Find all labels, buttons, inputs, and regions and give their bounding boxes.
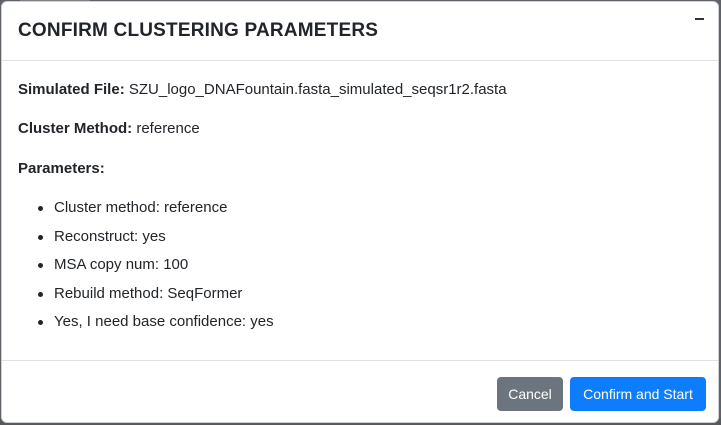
dialog-title: CONFIRM CLUSTERING PARAMETERS [18,20,379,41]
confirm-dialog: CONFIRM CLUSTERING PARAMETERS Simulated … [1,1,719,423]
parameters-list: Cluster method: reference Reconstruct: y… [18,198,274,341]
list-item: Reconstruct: yes [18,227,274,256]
cluster-method-label: Cluster Method: [18,120,133,137]
list-item: Cluster method: reference [18,198,274,227]
list-item: Rebuild method: SeqFormer [18,284,274,313]
dialog-header: CONFIRM CLUSTERING PARAMETERS [2,2,718,61]
parameters-heading-row: Parameters: [18,160,105,177]
list-item: MSA copy num: 100 [18,255,274,284]
dialog-footer: Cancel Confirm and Start [2,360,718,422]
dash-mark [695,18,704,20]
simulated-file-value: SZU_logo_DNAFountain.fasta_simulated_seq… [128,81,507,98]
minimize-dash-icon[interactable] [689,8,711,26]
cluster-method-row: Cluster Method: reference [18,120,200,137]
cluster-method-value: reference [136,120,200,137]
cancel-button[interactable]: Cancel [497,377,563,411]
list-item: Yes, I need base confidence: yes [18,312,274,341]
simulated-file-row: Simulated File: SZU_logo_DNAFountain.fas… [18,81,507,98]
simulated-file-label: Simulated File: [18,81,125,98]
confirm-and-start-button[interactable]: Confirm and Start [570,377,706,411]
parameters-label: Parameters: [18,160,105,177]
